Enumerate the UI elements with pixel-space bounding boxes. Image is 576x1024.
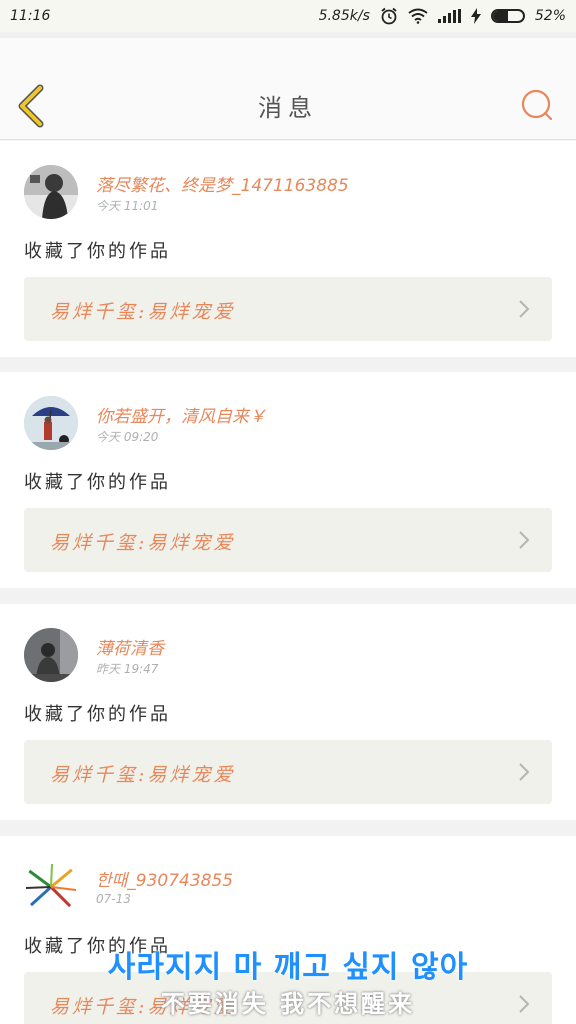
work-link[interactable]: 易烊千玺:易烊宠爱 <box>24 740 552 804</box>
network-speed: 5.85k/s <box>318 8 370 24</box>
timestamp: 今天 11:01 <box>96 199 159 213</box>
message-card: 落尽繁花、终是梦_1471163885 今天 11:01 收藏了你的作品 易烊千… <box>0 141 576 357</box>
action-text: 收藏了你的作品 <box>24 241 171 262</box>
avatar-image <box>24 860 78 914</box>
status-time: 11:16 <box>10 8 51 24</box>
avatar[interactable] <box>24 396 78 450</box>
avatar-image <box>24 165 78 219</box>
battery-icon <box>490 9 525 23</box>
work-title: 易烊千玺:易烊宠爱 <box>50 301 236 323</box>
alarm-icon <box>381 7 397 25</box>
action-text: 收藏了你的作品 <box>24 472 171 493</box>
message-card: 薄荷清香 昨天 19:47 收藏了你的作品 易烊千玺:易烊宠爱 <box>0 604 576 820</box>
timestamp: 今天 09:20 <box>96 430 159 444</box>
work-link[interactable]: 易烊千玺:易烊宠爱 <box>24 508 552 572</box>
action-text: 收藏了你的作品 <box>24 704 171 725</box>
user-name[interactable]: 你若盛开，清风自来￥ <box>96 402 266 427</box>
wifi-icon <box>408 8 428 24</box>
chevron-right-icon <box>519 763 530 781</box>
user-name[interactable]: 落尽繁花、终是梦_1471163885 <box>96 171 349 196</box>
battery-percent: 52% <box>534 8 566 24</box>
search-icon[interactable] <box>520 88 554 122</box>
work-title: 易烊千玺:易烊宠爱 <box>50 532 236 554</box>
user-name[interactable]: 한때_930743855 <box>96 866 233 891</box>
work-title: 易烊千玺:易烊宠爱 <box>50 764 236 786</box>
status-icons: 5.85k/s 52% <box>319 7 566 25</box>
avatar[interactable] <box>24 628 78 682</box>
header-strip <box>0 32 576 38</box>
work-link[interactable]: 易烊千玺:易烊宠爱 <box>24 277 552 341</box>
subtitle-korean: 사라지지 마 깨고 싶지 않아 <box>107 950 469 985</box>
avatar[interactable] <box>24 860 78 914</box>
charging-icon <box>470 8 481 24</box>
header: 消息 <box>0 32 576 140</box>
page-title: 消息 <box>258 94 318 122</box>
signal-icon <box>437 9 461 23</box>
subtitle-chinese: 不要消失 我不想醒来 <box>160 989 416 1018</box>
message-card: 你若盛开，清风自来￥ 今天 09:20 收藏了你的作品 易烊千玺:易烊宠爱 <box>0 372 576 588</box>
status-bar: 11:16 5.85k/s 52% <box>0 0 576 32</box>
avatar-image <box>24 628 78 682</box>
user-name[interactable]: 薄荷清香 <box>96 634 164 659</box>
avatar[interactable] <box>24 165 78 219</box>
timestamp: 昨天 19:47 <box>96 662 159 676</box>
chevron-right-icon <box>519 300 530 318</box>
avatar-image <box>24 396 78 450</box>
chevron-right-icon <box>519 531 530 549</box>
timestamp: 07-13 <box>96 892 131 906</box>
